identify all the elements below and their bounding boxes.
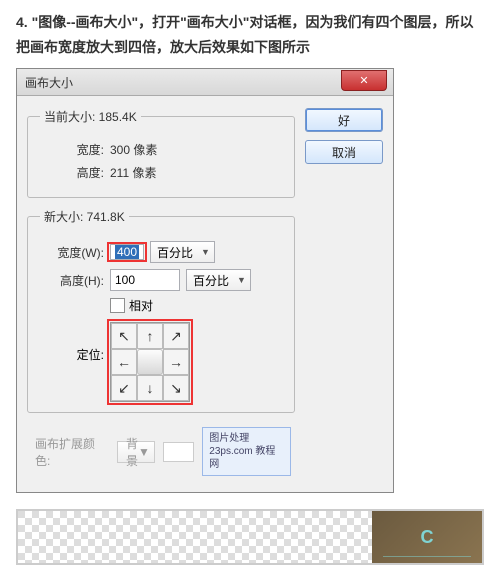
- current-height-label: 高度:: [40, 164, 104, 181]
- width-unit-combo[interactable]: 百分比 ▼: [150, 241, 215, 263]
- ok-button[interactable]: 好: [305, 108, 383, 132]
- anchor-grid[interactable]: ↖ ↑ ↗ ← → ↙ ↓ ↘: [110, 322, 190, 402]
- anchor-n[interactable]: ↑: [137, 323, 163, 349]
- anchor-nw[interactable]: ↖: [111, 323, 137, 349]
- anchor-se[interactable]: ↘: [163, 375, 189, 401]
- anchor-s[interactable]: ↓: [137, 375, 163, 401]
- chevron-down-icon: ▼: [237, 275, 246, 285]
- dialog-title: 画布大小: [25, 74, 73, 91]
- current-width-value: 300 像素: [110, 141, 157, 158]
- current-size-group: 当前大小: 185.4K 宽度: 300 像素 高度: 211 像素: [27, 108, 295, 198]
- height-unit-value: 百分比: [193, 272, 229, 289]
- watermark: 图片处理 23ps.com 教程网: [202, 427, 291, 476]
- watermark-line2: 23ps.com 教程网: [209, 445, 284, 471]
- extension-color-value: 背景: [126, 435, 138, 469]
- anchor-sw[interactable]: ↙: [111, 375, 137, 401]
- close-icon: ✕: [359, 74, 368, 87]
- result-thumbnail: C: [372, 511, 482, 563]
- new-height-label: 高度(H):: [40, 272, 104, 289]
- new-width-label: 宽度(W):: [40, 244, 104, 261]
- chevron-down-icon: ▼: [138, 445, 150, 459]
- relative-checkbox[interactable]: [110, 298, 125, 313]
- extension-color-swatch[interactable]: [163, 442, 194, 462]
- width-unit-value: 百分比: [157, 244, 193, 261]
- watermark-line1: 图片处理: [209, 432, 284, 445]
- extension-color-combo[interactable]: 背景 ▼: [117, 441, 155, 463]
- titlebar[interactable]: 画布大小 ✕: [17, 69, 393, 96]
- extension-color-label: 画布扩展颜色:: [35, 435, 109, 469]
- current-size-legend: 当前大小: 185.4K: [40, 108, 141, 125]
- current-width-label: 宽度:: [40, 141, 104, 158]
- width-input-value: 400: [115, 245, 139, 259]
- anchor-center[interactable]: [137, 349, 163, 375]
- thumbnail-text: C: [421, 527, 434, 548]
- new-size-legend: 新大小: 741.8K: [40, 208, 129, 225]
- width-input[interactable]: 400: [110, 244, 144, 260]
- width-input-highlight: 400: [110, 245, 144, 259]
- result-preview: C: [16, 509, 484, 565]
- anchor-e[interactable]: →: [163, 349, 189, 375]
- anchor-label: 定位:: [40, 322, 104, 363]
- chevron-down-icon: ▼: [201, 247, 210, 257]
- step-instruction: 4. "图像--画布大小"，打开"画布大小"对话框，因为我们有四个图层，所以把画…: [0, 0, 500, 68]
- canvas-size-dialog: 画布大小 ✕ 当前大小: 185.4K 宽度: 300 像素 高度: 211 像…: [16, 68, 394, 493]
- current-height-value: 211 像素: [110, 164, 156, 181]
- relative-checkbox-row[interactable]: 相对: [110, 297, 153, 314]
- height-input[interactable]: [110, 269, 180, 291]
- anchor-ne[interactable]: ↗: [163, 323, 189, 349]
- anchor-w[interactable]: ←: [111, 349, 137, 375]
- close-button[interactable]: ✕: [341, 70, 387, 91]
- new-size-group: 新大小: 741.8K 宽度(W): 400 百分比 ▼ 高度(H): 百分比: [27, 208, 295, 413]
- height-unit-combo[interactable]: 百分比 ▼: [186, 269, 251, 291]
- cancel-button[interactable]: 取消: [305, 140, 383, 164]
- relative-label: 相对: [129, 297, 153, 314]
